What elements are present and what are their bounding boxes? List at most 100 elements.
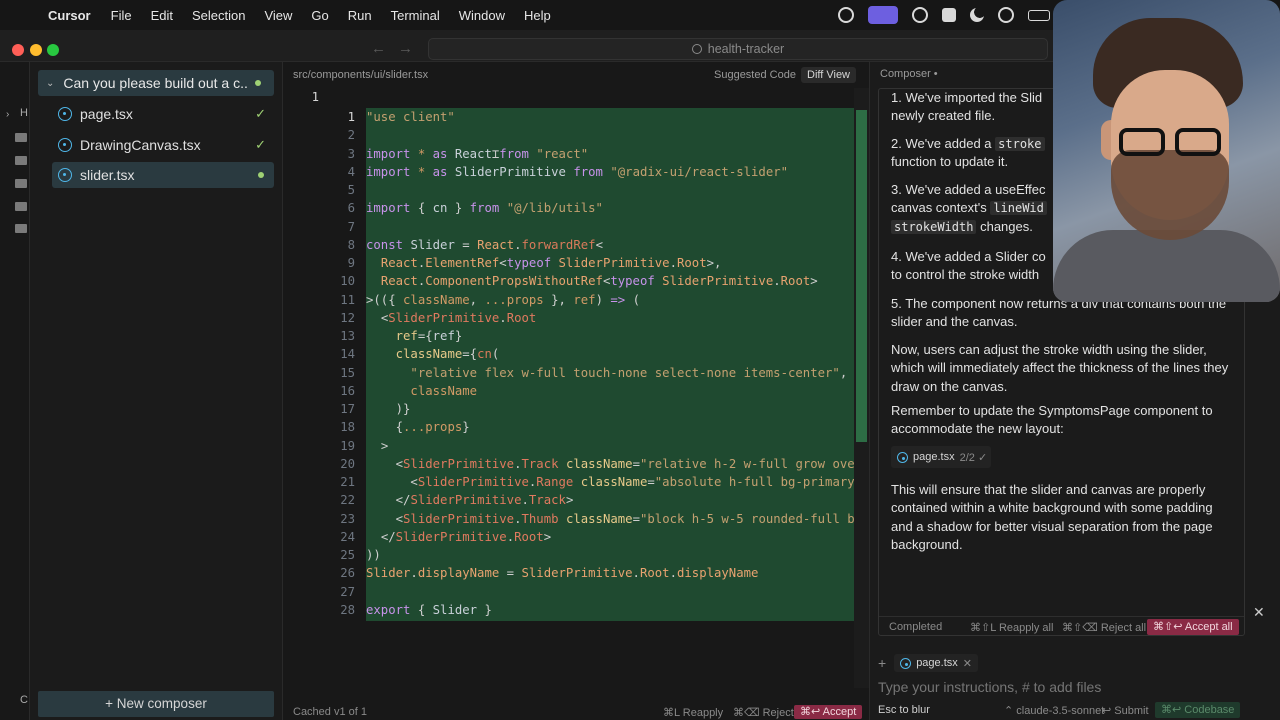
codebase-button[interactable]: ⌘↩ Codebase [1155,702,1241,718]
attached-files: + page.tsx ✕ [878,654,978,672]
file-item-drawingcanvas[interactable]: DrawingCanvas.tsx ✓ [52,132,274,158]
reapply-all-button[interactable]: ⌘⇧L Reapply all [970,621,1053,634]
code-text: <SliderPrimitive.Thumb className="block … [395,511,870,526]
file-reference-chip[interactable]: page.tsx 2/2 ✓ [891,446,991,468]
accept-button[interactable]: ⌘↩ Accept [794,705,863,719]
user-icon[interactable] [998,7,1014,23]
line-number: 12 [340,310,355,325]
line-number: 3 [347,146,355,161]
folder-icon[interactable] [15,179,27,188]
chip-name: page.tsx [913,451,955,463]
chip-count: 2/2 ✓ [959,451,988,464]
composer-tab[interactable]: Composer • [880,68,938,80]
code-line: 1 [283,88,869,106]
react-icon [58,138,72,152]
menu-window[interactable]: Window [459,8,505,23]
folder-icon[interactable] [15,202,27,211]
forward-arrow-icon[interactable]: → [398,40,413,57]
code-text: "relative flex w-full touch-none select-… [410,365,848,380]
menu-edit[interactable]: Edit [151,8,173,23]
reject-button[interactable]: ⌘⌫ Reject [733,706,794,719]
search-icon [691,44,702,54]
folder-open-icon[interactable] [15,224,27,233]
message-text: 3. We've added a useEffec [891,182,1046,197]
file-item-page[interactable]: page.tsx ✓ [52,101,274,127]
message-text: canvas context's [891,200,991,216]
code-text: <SliderPrimitive.Range className="absolu… [410,475,877,489]
reapply-button[interactable]: ⌘L Reapply [663,706,723,719]
accessibility-icon[interactable] [838,7,854,23]
code-text: )} [395,402,411,416]
record-icon[interactable] [912,7,928,23]
scrollbar-thumb[interactable] [856,110,867,442]
code-text: import { cn } from "@/lib/utils" [366,201,603,216]
zoom-window-button[interactable] [47,44,59,56]
conversation-item[interactable]: ⌄ Can you please build out a c... [38,70,274,96]
breadcrumb[interactable]: src/components/ui/slider.tsx [293,69,428,81]
menu-run[interactable]: Run [348,8,372,23]
file-item-slider[interactable]: slider.tsx [52,162,274,188]
line-number: 4 [347,164,355,179]
file-name: slider.tsx [80,167,135,183]
menu-view[interactable]: View [264,8,292,23]
line-number: 17 [340,402,355,416]
submit-button[interactable]: ↩ Submit [1102,704,1149,717]
close-icon[interactable]: ✕ [1253,604,1265,621]
editor-scrollbar[interactable] [854,88,869,688]
menu-go[interactable]: Go [311,8,328,23]
line-number: 25 [340,548,355,562]
menu-terminal[interactable]: Terminal [391,8,440,23]
code-area[interactable]: 1 1 "use client" 2 3 import * as React⌶fro… [283,88,877,688]
folder-icon[interactable] [15,156,27,165]
chevron-right-icon[interactable]: › [6,109,9,120]
code-text: )) [366,548,381,562]
strip-label: H [20,107,28,119]
diff-view-button[interactable]: Diff View [801,67,857,83]
code-text: </SliderPrimitive.Track> [395,493,574,508]
back-arrow-icon[interactable]: ← [371,40,386,57]
react-icon [58,107,72,121]
remove-icon[interactable]: ✕ [963,657,972,670]
line-number: 15 [340,365,355,380]
chevron-down-icon[interactable]: ⌄ [46,78,54,89]
line-number: 1 [311,90,319,104]
webcam-glasses [1119,128,1223,158]
apple-icon[interactable] [16,7,30,23]
menu-app[interactable]: Cursor [48,8,91,23]
react-icon [58,168,72,182]
message-text: to control the stroke width [891,267,1040,283]
message-text: function to update it. [891,154,1009,170]
screen-record-icon[interactable] [868,6,898,24]
battery-icon[interactable] [1028,9,1050,21]
code-text: {...props} [395,420,470,435]
moon-icon[interactable] [970,8,984,22]
attached-file-chip[interactable]: page.tsx ✕ [894,654,978,672]
line-number: 7 [347,219,355,234]
close-window-button[interactable] [12,44,24,56]
reject-all-button[interactable]: ⌘⇧⌫ Reject all [1062,621,1146,634]
accept-all-button[interactable]: ⌘⇧↩ Accept all [1147,619,1239,635]
minimize-window-button[interactable] [30,44,42,56]
code-text: </SliderPrimitive.Root> [380,529,552,544]
message-text: 4. We've added a Slider co [891,249,1046,264]
status-icons [838,6,1050,24]
line-number: 23 [340,511,355,526]
command-search[interactable]: health-tracker [428,38,1048,60]
new-composer-button[interactable]: + New composer [38,691,274,717]
menu-file[interactable]: File [111,8,132,23]
file-name: page.tsx [80,106,133,122]
line-number: 5 [347,183,355,197]
suggested-code-button[interactable]: Suggested Code [708,67,802,83]
completed-label: Completed [889,621,943,633]
webcam-overlay [1053,0,1280,302]
folder-icon[interactable] [15,133,27,142]
model-selector[interactable]: ⌃ claude-3.5-sonnet [1004,704,1104,717]
plus-icon[interactable]: + [878,655,886,671]
editor-footer: Cached v1 of 1 ⌘L Reapply ⌘⌫ Reject ⌘↩ A… [283,704,869,720]
check-icon: ✓ [255,137,266,152]
instruction-input[interactable] [878,676,1238,698]
menu-selection[interactable]: Selection [192,8,245,23]
k-app-icon[interactable] [942,8,956,22]
menu-help[interactable]: Help [524,8,551,23]
line-number: 10 [340,274,355,289]
